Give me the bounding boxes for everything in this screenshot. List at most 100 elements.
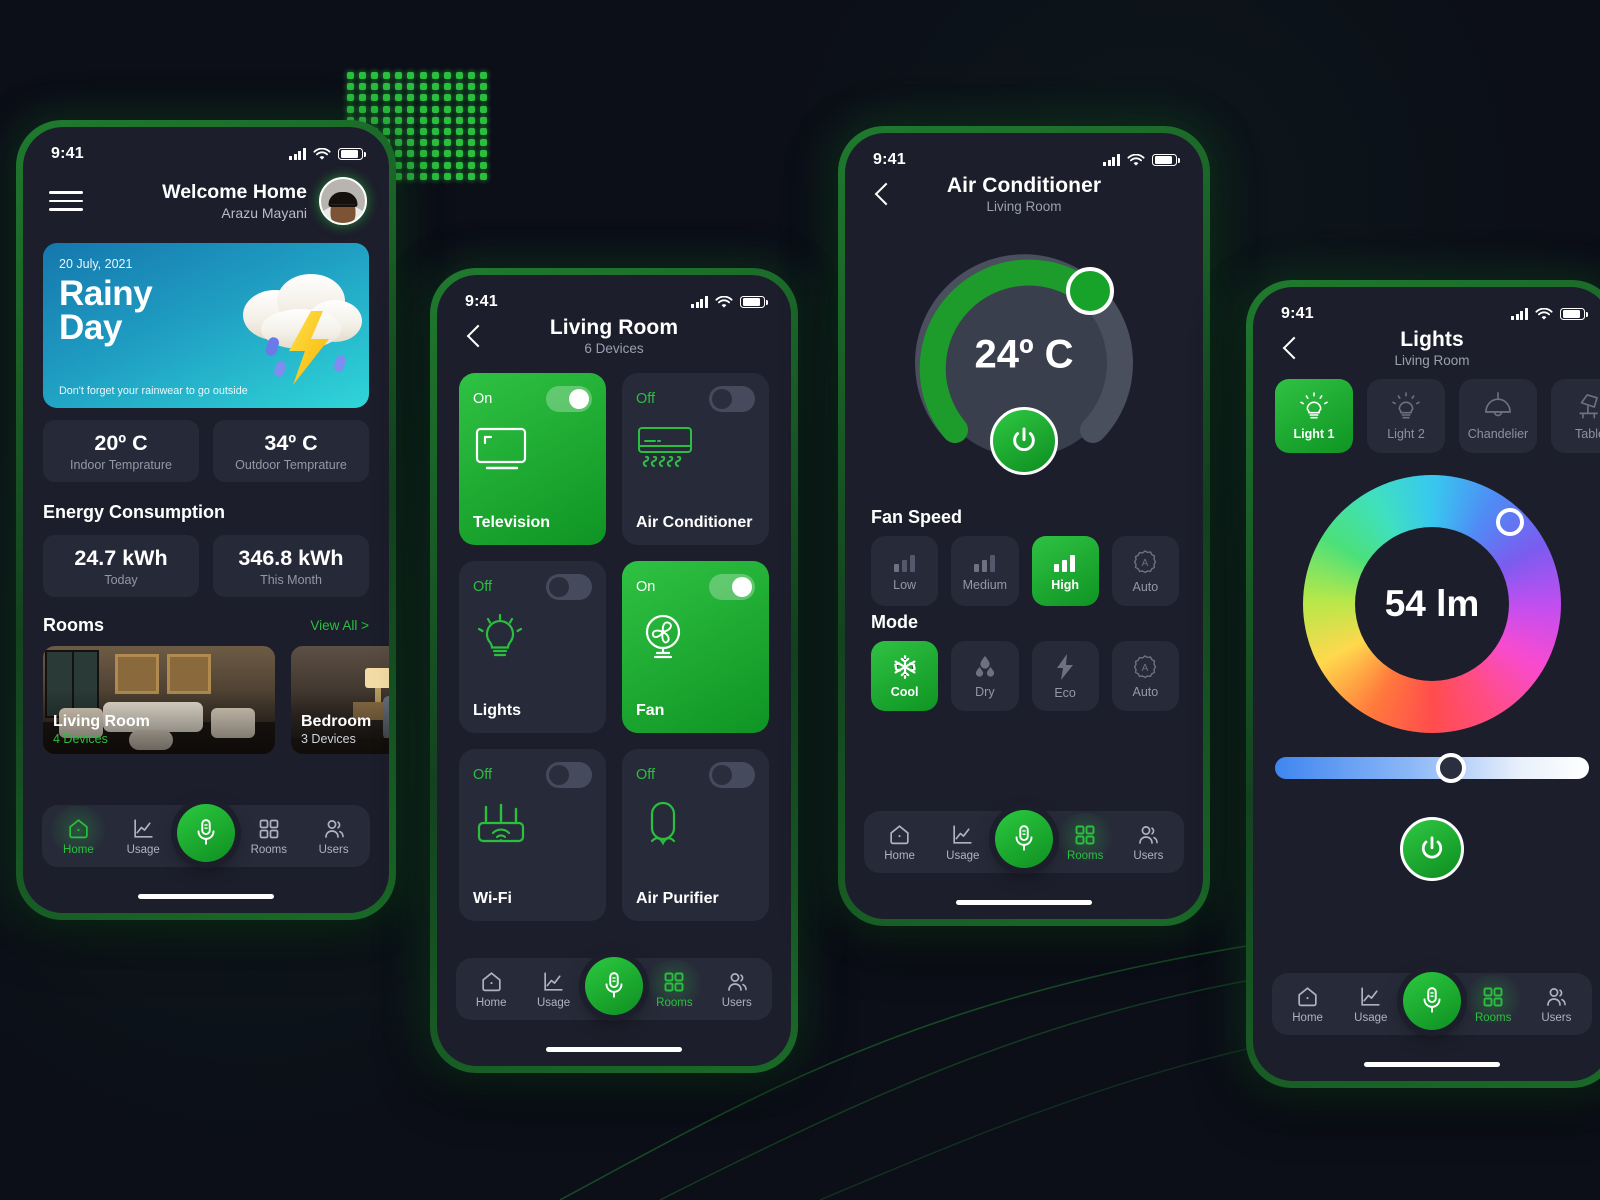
voice-assistant-button[interactable] bbox=[1402, 972, 1461, 1030]
grid-icon bbox=[259, 819, 279, 838]
weather-card[interactable]: 20 July, 2021 Rainy Day Don't forget you… bbox=[43, 243, 369, 408]
device-toggle[interactable] bbox=[546, 574, 592, 600]
nav-item-rooms[interactable]: Rooms bbox=[238, 817, 300, 856]
nav-item-rooms[interactable]: Rooms bbox=[1462, 985, 1524, 1024]
device-card-wifi[interactable]: Off Wi-Fi bbox=[459, 749, 606, 921]
nav-item-rooms[interactable]: Rooms bbox=[1054, 823, 1116, 862]
ac-power-button[interactable] bbox=[990, 407, 1058, 475]
nav-item-users[interactable]: Users bbox=[303, 817, 365, 856]
bottom-navigation[interactable]: Home Usage Rooms Users bbox=[42, 804, 370, 867]
weather-subtitle: Don't forget your rainwear to go outside bbox=[59, 385, 248, 397]
nav-item-users[interactable]: Users bbox=[1525, 985, 1587, 1024]
light-fixture-light-1[interactable]: Light 1 bbox=[1275, 379, 1353, 453]
back-button[interactable] bbox=[1275, 333, 1305, 363]
wifi-icon bbox=[1127, 153, 1145, 166]
fan-speed-medium[interactable]: Medium bbox=[951, 536, 1019, 606]
device-toggle[interactable] bbox=[546, 386, 592, 412]
fixture-label: Light 1 bbox=[1293, 427, 1335, 441]
bars-medium-icon bbox=[973, 554, 995, 572]
welcome-title: Welcome Home bbox=[162, 181, 307, 203]
light-fixture-light-2[interactable]: Light 2 bbox=[1367, 379, 1445, 453]
cellular-signal-icon bbox=[289, 148, 306, 160]
auto-badge-icon: A bbox=[1134, 549, 1157, 573]
nav-item-home[interactable]: Home bbox=[47, 816, 109, 856]
nav-label: Home bbox=[884, 850, 915, 862]
air-purifier-icon bbox=[650, 801, 676, 846]
back-button[interactable] bbox=[867, 179, 897, 209]
mode-cool[interactable]: Cool bbox=[871, 641, 939, 711]
chart-icon bbox=[953, 825, 972, 844]
fan-speed-title: Fan Speed bbox=[871, 507, 963, 527]
outdoor-temperature-label: Outdoor Temprature bbox=[235, 458, 347, 472]
nav-item-home[interactable]: Home bbox=[460, 969, 522, 1009]
device-card-lights[interactable]: Off Lights bbox=[459, 561, 606, 733]
nav-item-rooms[interactable]: Rooms bbox=[643, 970, 705, 1009]
option-label: Medium bbox=[962, 577, 1008, 592]
mode-options: Cool Dry Eco A Auto bbox=[845, 633, 1203, 711]
brightness-slider-handle[interactable] bbox=[1435, 753, 1466, 783]
fan-speed-low[interactable]: Low bbox=[871, 536, 939, 606]
nav-item-users[interactable]: Users bbox=[706, 970, 768, 1009]
light-fixture-chandelier[interactable]: Chandelier bbox=[1459, 379, 1537, 453]
bottom-navigation[interactable]: Home Usage Rooms Users bbox=[864, 810, 1184, 873]
mode-eco[interactable]: Eco bbox=[1031, 641, 1099, 711]
rooms-carousel[interactable]: Living Room 4 Devices Bedroom 3 Devices bbox=[43, 646, 389, 754]
avatar[interactable] bbox=[319, 177, 367, 225]
home-icon bbox=[1298, 987, 1317, 1007]
device-card-television[interactable]: On Television bbox=[459, 373, 606, 545]
table-lamp-icon bbox=[1579, 394, 1598, 419]
device-card-fan[interactable]: On Fan bbox=[622, 561, 769, 733]
mode-dry[interactable]: Dry bbox=[951, 641, 1019, 711]
lights-power-button[interactable] bbox=[1400, 817, 1464, 881]
back-button[interactable] bbox=[459, 321, 489, 351]
color-wheel[interactable]: 54 lm bbox=[1303, 475, 1561, 733]
bottom-navigation[interactable]: Home Usage Rooms Users bbox=[456, 957, 772, 1020]
home-icon bbox=[69, 819, 88, 839]
device-card-air-purifier[interactable]: Off Air Purifier bbox=[622, 749, 769, 921]
light-fixture-selector[interactable]: Light 1 Light 2 Chandelier Tabl bbox=[1253, 363, 1600, 453]
device-toggle[interactable] bbox=[709, 574, 755, 600]
fixture-label: Table bbox=[1575, 427, 1600, 441]
wifi-icon bbox=[715, 295, 733, 308]
lights-header: Lights Living Room bbox=[1253, 323, 1600, 368]
nav-item-home[interactable]: Home bbox=[1277, 984, 1339, 1024]
nav-item-home[interactable]: Home bbox=[869, 822, 931, 862]
fan-speed-auto[interactable]: A Auto bbox=[1111, 536, 1179, 606]
view-all-link[interactable]: View All > bbox=[310, 618, 369, 633]
voice-assistant-button[interactable] bbox=[176, 804, 235, 862]
room-card-bedroom[interactable]: Bedroom 3 Devices bbox=[291, 646, 389, 754]
brightness-slider[interactable] bbox=[1275, 753, 1589, 783]
users-icon bbox=[727, 972, 747, 991]
device-toggle[interactable] bbox=[709, 386, 755, 412]
mic-icon bbox=[1423, 987, 1441, 1013]
light-fixture-table-lamp[interactable]: Table bbox=[1551, 379, 1600, 453]
device-toggle[interactable] bbox=[546, 762, 592, 788]
option-label: Auto bbox=[1132, 684, 1159, 699]
device-name: Lights bbox=[473, 702, 521, 719]
fan-speed-high[interactable]: High bbox=[1031, 536, 1099, 606]
nav-item-usage[interactable]: Usage bbox=[932, 822, 994, 862]
fan-icon bbox=[645, 614, 681, 659]
nav-item-usage[interactable]: Usage bbox=[523, 969, 585, 1009]
energy-month-value: 346.8 kWh bbox=[238, 546, 344, 570]
menu-button[interactable] bbox=[49, 185, 83, 217]
device-toggle[interactable] bbox=[709, 762, 755, 788]
temperature-dial[interactable]: 24º C bbox=[874, 223, 1174, 501]
bottom-navigation[interactable]: Home Usage Rooms Users bbox=[1272, 972, 1592, 1035]
chart-icon bbox=[544, 972, 563, 991]
rooms-title: Rooms bbox=[43, 615, 105, 635]
status-bar: 9:41 bbox=[845, 133, 1203, 169]
grid-icon bbox=[1075, 825, 1095, 844]
nav-item-usage[interactable]: Usage bbox=[112, 816, 174, 856]
mode-auto[interactable]: A Auto bbox=[1111, 641, 1179, 711]
chart-icon bbox=[134, 819, 153, 838]
device-card-air-conditioner[interactable]: Off Air Conditioner bbox=[622, 373, 769, 545]
voice-assistant-button[interactable] bbox=[994, 810, 1053, 868]
room-card-living-room[interactable]: Living Room 4 Devices bbox=[43, 646, 275, 754]
option-label: Cool bbox=[890, 684, 919, 699]
voice-assistant-button[interactable] bbox=[584, 957, 643, 1015]
nav-item-users[interactable]: Users bbox=[1117, 823, 1179, 862]
nav-item-usage[interactable]: Usage bbox=[1340, 984, 1402, 1024]
mic-icon bbox=[1015, 825, 1033, 851]
color-wheel-handle[interactable] bbox=[1496, 508, 1524, 536]
